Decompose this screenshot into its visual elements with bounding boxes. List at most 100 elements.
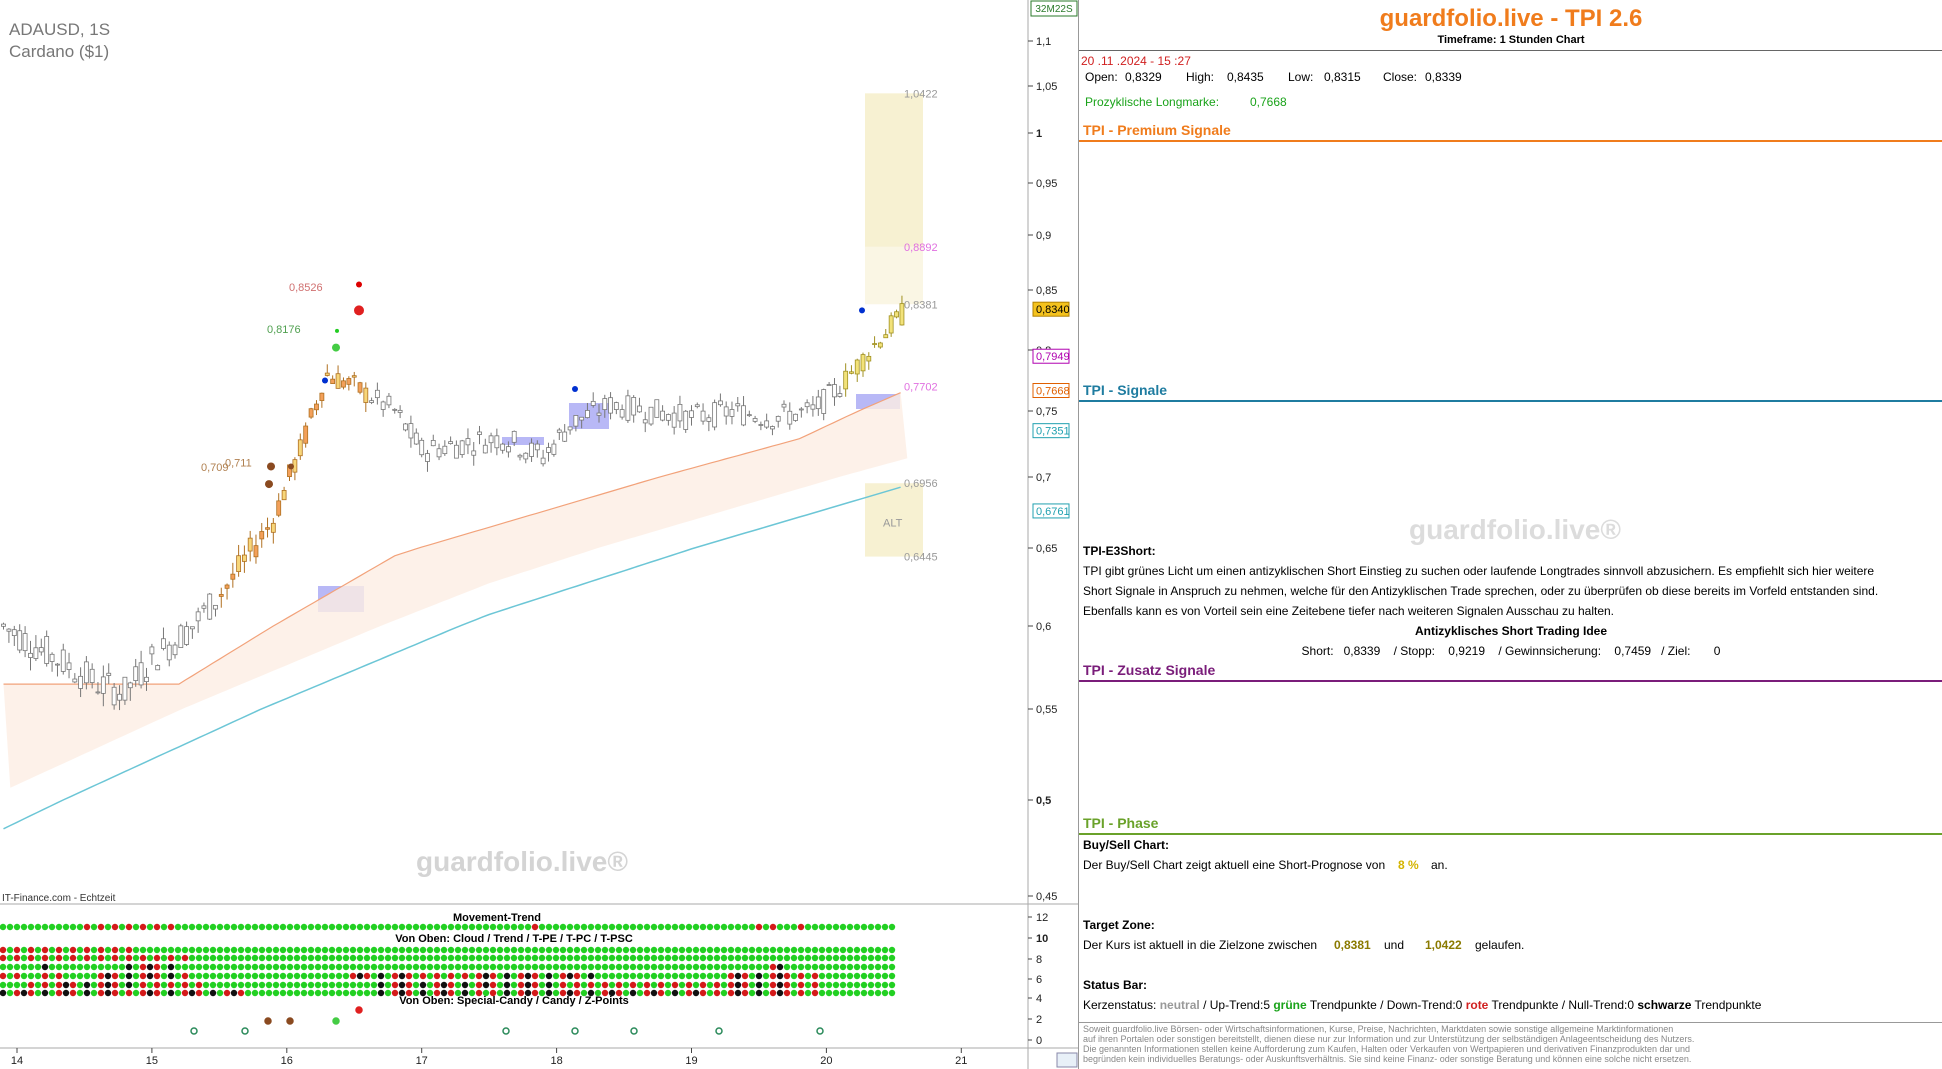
indicator-dot <box>314 954 322 962</box>
indicator-dot <box>307 989 315 997</box>
indicator-dot <box>678 981 686 989</box>
indicator-dot <box>265 946 273 954</box>
scroll-corner-icon[interactable] <box>1056 1052 1078 1068</box>
indicator-dot <box>398 981 406 989</box>
indicator-dot <box>636 963 644 971</box>
indicator-dot <box>118 923 126 931</box>
buysell-title: Buy/Sell Chart: <box>1083 838 1170 852</box>
candle-body <box>810 404 816 410</box>
candle-body <box>6 628 12 632</box>
indicator-dot <box>412 972 420 980</box>
indicator-dot <box>195 972 203 980</box>
indicator-dot <box>328 946 336 954</box>
indicator-dot <box>818 989 826 997</box>
indicator-tick-label: 6 <box>1036 974 1042 986</box>
indicator-dot <box>601 972 609 980</box>
indicator-dot <box>237 972 245 980</box>
indicator-dot <box>405 981 413 989</box>
indicator-dot <box>664 989 672 997</box>
indicator-dot <box>377 963 385 971</box>
indicator-dot <box>762 972 770 980</box>
indicator-dot <box>181 954 189 962</box>
indicator-dot <box>517 989 525 997</box>
price-annotation: 0,8526 <box>289 282 323 294</box>
y-tick-label: 0,9 <box>1036 230 1051 242</box>
indicator-dot <box>482 972 490 980</box>
indicator-dot <box>419 972 427 980</box>
indicator-dot <box>202 923 210 931</box>
indicator-dot <box>146 946 154 954</box>
indicator-dot <box>797 981 805 989</box>
indicator-dot <box>664 981 672 989</box>
indicator-dot <box>454 954 462 962</box>
indicator-dot <box>496 972 504 980</box>
indicator-dot <box>34 989 42 997</box>
z-point-dot <box>264 1017 272 1025</box>
indicator-dot <box>300 989 308 997</box>
indicator-dot <box>447 963 455 971</box>
indicator-dot <box>685 923 693 931</box>
indicator-dot <box>230 963 238 971</box>
price-chart[interactable]: 32M22S ADAUSD, 1S Cardano ($1) guardfoli… <box>0 0 1078 1069</box>
indicator-dot <box>580 981 588 989</box>
candle-body <box>596 412 602 416</box>
indicator-dot <box>734 946 742 954</box>
indicator-dot <box>839 963 847 971</box>
indicator-dot <box>881 923 889 931</box>
indicator-dot <box>265 954 273 962</box>
candle-body <box>351 375 357 378</box>
indicator-dot <box>776 972 784 980</box>
x-tick-label: 17 <box>416 1055 428 1067</box>
y-tick-label: 1 <box>1036 128 1042 140</box>
indicator-dot <box>678 963 686 971</box>
indicator-dot <box>559 981 567 989</box>
indicator-dot <box>832 989 840 997</box>
indicator-dot <box>398 972 406 980</box>
indicator-dot <box>55 946 63 954</box>
indicator-dot <box>524 963 532 971</box>
indicator-dot <box>657 981 665 989</box>
indicator-dot <box>706 989 714 997</box>
candle-body <box>654 399 660 418</box>
candle-body <box>357 382 363 393</box>
indicator-dot <box>888 923 896 931</box>
price-tag-label: 0,7668 <box>1036 386 1070 398</box>
y-tick-label: 0,7 <box>1036 472 1051 484</box>
candle-body <box>775 415 781 422</box>
indicator-dot <box>552 989 560 997</box>
indicator-dot <box>0 963 7 971</box>
candle-body <box>573 415 579 427</box>
indicator-dot <box>398 946 406 954</box>
indicator-dot <box>321 972 329 980</box>
indicator-dot <box>153 963 161 971</box>
indicator-dot <box>531 981 539 989</box>
indicator-dot <box>510 981 518 989</box>
indicator-dot <box>174 981 182 989</box>
candle-body <box>207 593 213 620</box>
indicator-dot <box>755 946 763 954</box>
candle-body <box>308 408 314 418</box>
indicator-dot <box>811 981 819 989</box>
signal-dot <box>332 343 340 352</box>
indicator-dot <box>860 923 868 931</box>
indicator-dot <box>643 923 651 931</box>
high-label: High: <box>1186 70 1215 84</box>
candle-body <box>815 396 821 410</box>
candle-body <box>166 644 172 661</box>
candle-body <box>877 342 883 348</box>
indicator-dot <box>181 972 189 980</box>
indicator-dot <box>510 923 518 931</box>
indicator-dot <box>685 989 693 997</box>
candle-body <box>579 416 585 421</box>
indicator-dot <box>573 981 581 989</box>
indicator-dot <box>720 972 728 980</box>
indicator-dot <box>97 954 105 962</box>
indicator-dot <box>314 923 322 931</box>
indicator-dot <box>41 963 49 971</box>
indicator-dot <box>545 972 553 980</box>
y-tick-label: 0,65 <box>1036 543 1057 555</box>
indicator-dot <box>13 981 21 989</box>
indicator-dot <box>6 954 14 962</box>
indicator-dot <box>202 989 210 997</box>
indicator-dot <box>188 923 196 931</box>
